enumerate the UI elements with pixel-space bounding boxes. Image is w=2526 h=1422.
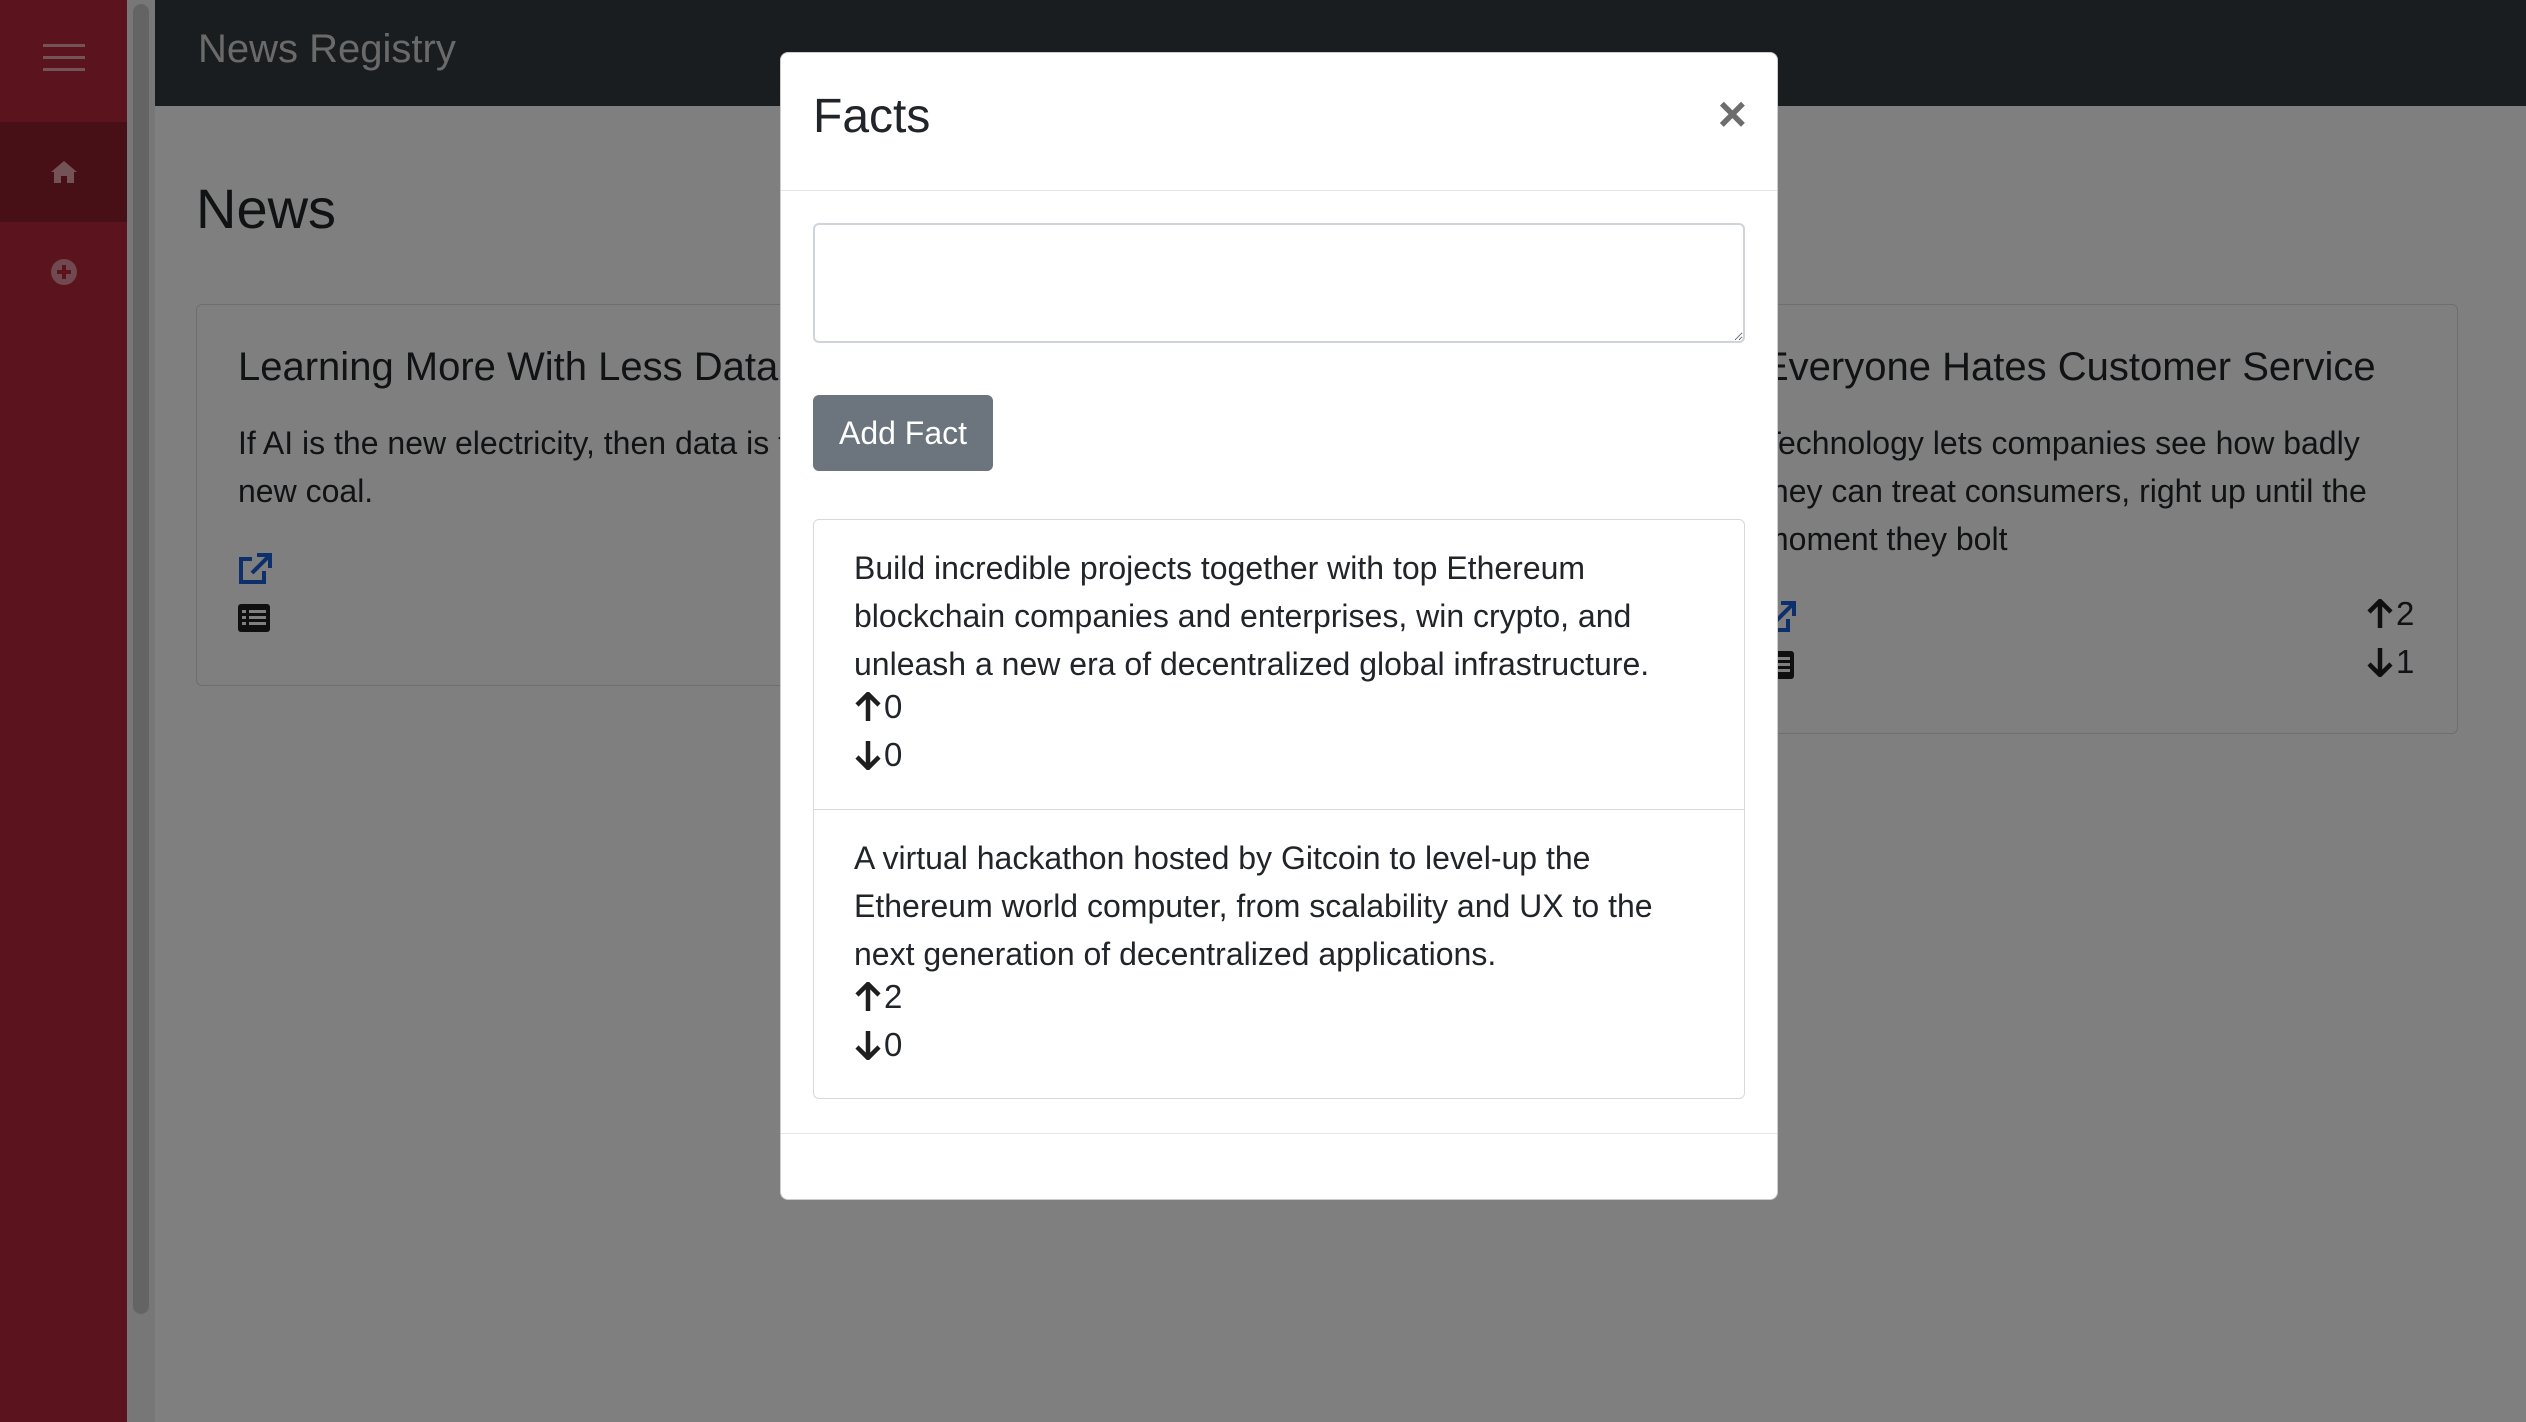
modal-title: Facts — [813, 90, 931, 143]
upvote-count: 0 — [884, 688, 903, 725]
facts-list: Build incredible projects together with … — [813, 519, 1745, 1099]
downvote-button[interactable]: 0 — [854, 1026, 902, 1064]
upvote-button[interactable]: 2 — [854, 978, 902, 1016]
upvote-count: 2 — [884, 978, 903, 1015]
facts-modal: Facts × Add Fact Build incredible projec… — [780, 52, 1778, 1200]
fact-text: Build incredible projects together with … — [854, 550, 1650, 682]
downvote-count: 0 — [884, 736, 903, 773]
downvote-button[interactable]: 0 — [854, 736, 902, 774]
arrow-up-icon — [855, 692, 881, 721]
list-item: A virtual hackathon hosted by Gitcoin to… — [814, 809, 1744, 1098]
add-fact-button[interactable]: Add Fact — [813, 395, 993, 471]
downvote-count: 0 — [884, 1026, 903, 1063]
modal-footer — [781, 1133, 1777, 1134]
arrow-down-icon — [855, 1031, 881, 1060]
modal-header: Facts × — [781, 53, 1777, 191]
arrow-up-icon — [855, 982, 881, 1011]
list-item: Build incredible projects together with … — [814, 520, 1744, 809]
upvote-button[interactable]: 0 — [854, 688, 902, 726]
fact-text: A virtual hackathon hosted by Gitcoin to… — [854, 840, 1653, 972]
arrow-down-icon — [855, 741, 881, 770]
close-button[interactable]: × — [1718, 89, 1747, 139]
fact-input[interactable] — [813, 223, 1745, 343]
